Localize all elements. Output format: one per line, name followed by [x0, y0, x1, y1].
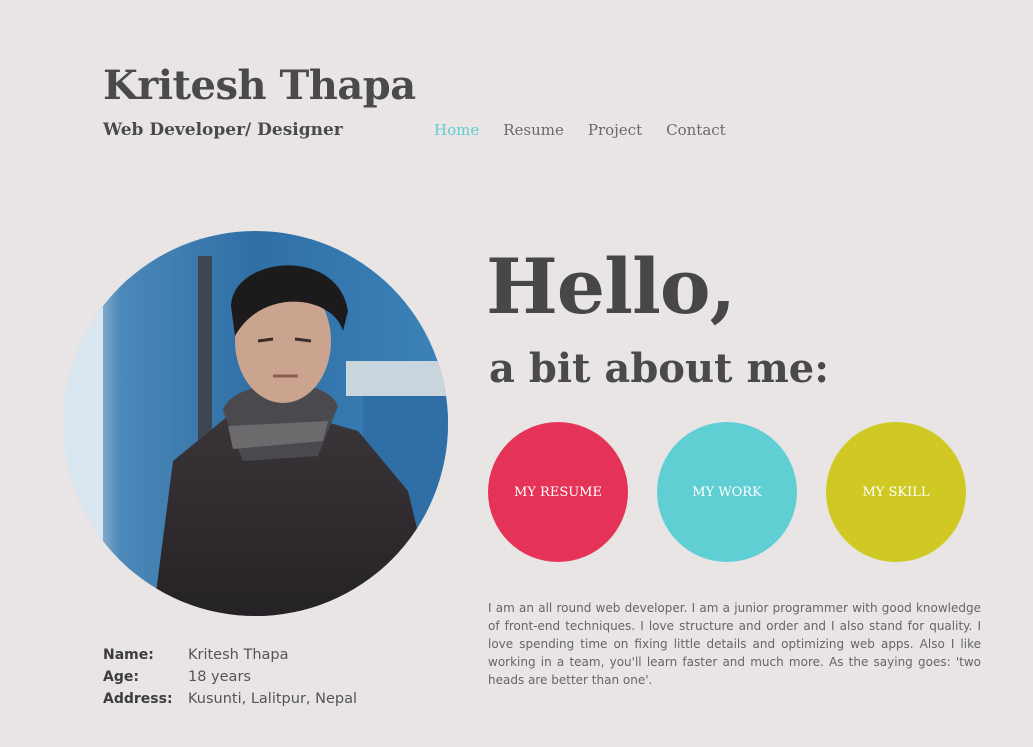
nav-project-link[interactable]: Project	[588, 121, 642, 139]
info-address-value: Kusunti, Lalitpur, Nepal	[188, 691, 358, 707]
my-skill-button[interactable]: MY SKILL	[826, 422, 966, 562]
site-owner-name: Kritesh Thapa	[103, 62, 416, 109]
main-nav: Home Resume Project Contact	[434, 121, 750, 139]
site-owner-role: Web Developer/ Designer	[103, 120, 343, 140]
profile-photo-illustration	[63, 231, 448, 616]
info-row-address: Address: Kusunti, Lalitpur, Nepal	[103, 688, 357, 710]
personal-info: Name: Kritesh Thapa Age: 18 years Addres…	[103, 644, 357, 710]
info-name-label: Name:	[103, 647, 154, 663]
bio-paragraph: I am an all round web developer. I am a …	[488, 601, 981, 687]
profile-photo	[63, 231, 448, 616]
my-work-button[interactable]: MY WORK	[657, 422, 797, 562]
nav-resume-link[interactable]: Resume	[503, 121, 564, 139]
info-age-value: 18 years	[188, 669, 251, 685]
info-name-value: Kritesh Thapa	[188, 647, 289, 663]
info-age-label: Age:	[103, 669, 139, 685]
my-resume-button[interactable]: MY RESUME	[488, 422, 628, 562]
hero-subtitle: a bit about me:	[489, 345, 829, 392]
hero-greeting: Hello,	[486, 242, 736, 331]
info-row-age: Age: 18 years	[103, 666, 357, 688]
nav-home-link[interactable]: Home	[434, 121, 479, 139]
nav-contact-link[interactable]: Contact	[666, 121, 726, 139]
info-address-label: Address:	[103, 691, 173, 707]
info-row-name: Name: Kritesh Thapa	[103, 644, 357, 666]
